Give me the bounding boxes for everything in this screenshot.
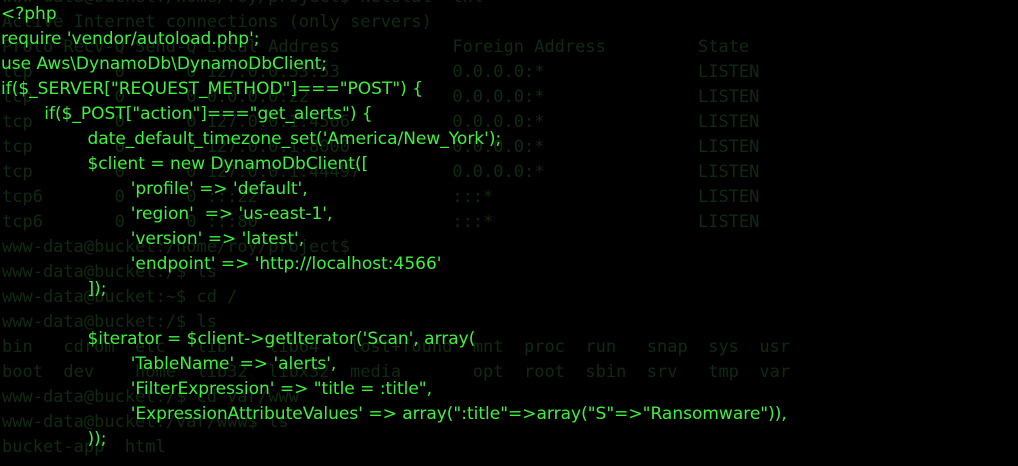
php-code-line: 'TableName' => 'alerts', bbox=[1, 354, 337, 374]
php-code-line: 'version' => 'latest', bbox=[1, 229, 305, 249]
php-code-line: if($_POST["action"]==="get_alerts") { bbox=[1, 104, 373, 124]
php-code-line: $iterator = $client->getIterator('Scan',… bbox=[1, 329, 476, 349]
php-code-line: <?php bbox=[1, 4, 57, 24]
php-code-line: 'profile' => 'default', bbox=[1, 179, 308, 199]
php-code-line: 'endpoint' => 'http://localhost:4566' bbox=[1, 254, 442, 274]
php-code-line: 'ExpressionAttributeValues' => array(":t… bbox=[1, 404, 787, 424]
php-code-line: if($_SERVER["REQUEST_METHOD"]==="POST") … bbox=[1, 79, 424, 99]
php-code-line: ]); bbox=[1, 279, 107, 299]
php-code-line: 'FilterExpression' => "title = :title", bbox=[1, 379, 433, 399]
php-code-line: date_default_timezone_set('America/New_Y… bbox=[1, 129, 502, 149]
php-code-line: use Aws\DynamoDb\DynamoDbClient; bbox=[1, 54, 327, 74]
php-code-line: 'region' => 'us-east-1', bbox=[1, 204, 333, 224]
terminal-window[interactable]: www-data@bucket:/home/roy/project$ netst… bbox=[0, 0, 1018, 466]
php-code-line bbox=[1, 302, 1018, 327]
php-code-line: require 'vendor/autoload.php'; bbox=[1, 29, 260, 49]
php-code-line: $client = new DynamoDbClient([ bbox=[1, 154, 369, 174]
php-code-line: )); bbox=[1, 429, 107, 449]
terminal-php-source-output: <?php require 'vendor/autoload.php'; use A… bbox=[1, 2, 1018, 466]
